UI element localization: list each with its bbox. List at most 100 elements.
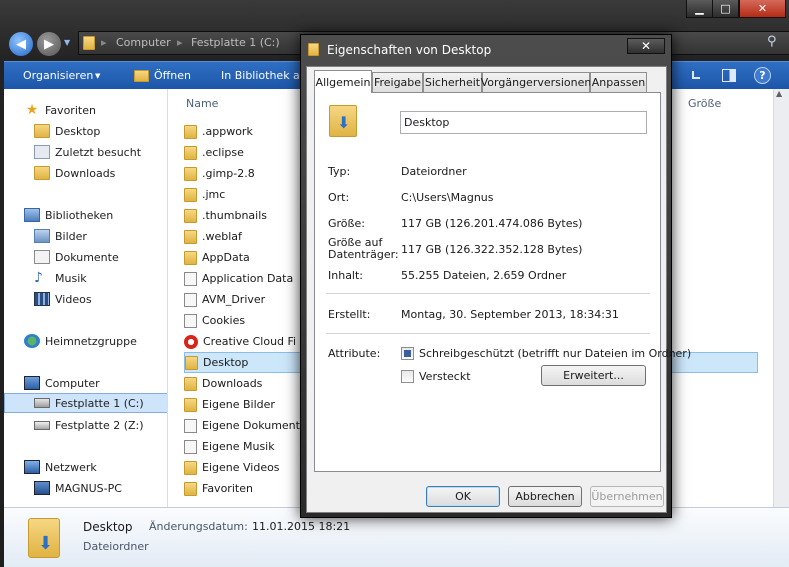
dialog-close-button[interactable]: ✕: [627, 38, 665, 54]
close-button[interactable]: ✕: [739, 0, 786, 18]
file-list-item[interactable]: Application Data: [184, 268, 293, 289]
file-list-item[interactable]: Downloads: [184, 373, 262, 394]
back-icon[interactable]: ◀: [9, 32, 33, 56]
type-label: Typ:: [328, 165, 351, 178]
drive-icon: [34, 420, 50, 430]
hidden-checkbox[interactable]: [401, 370, 414, 383]
folder-name-input[interactable]: Desktop: [400, 111, 647, 134]
general-tab-panel: ⬇ Desktop Typ: Dateiordner Ort: C:\Users…: [314, 92, 691, 472]
details-item-type: Dateiordner: [83, 540, 149, 553]
navigation-pane: ★ Favoriten Desktop Zuletzt besucht Downl…: [4, 89, 168, 507]
nav-item-pictures[interactable]: Bilder: [4, 226, 167, 246]
nav-item-music[interactable]: ♪ Musik: [4, 268, 167, 288]
pictures-icon: [34, 229, 50, 243]
nav-item-videos[interactable]: Videos: [4, 289, 167, 309]
breadcrumb-computer[interactable]: Computer: [116, 36, 171, 49]
nav-item-drive-c[interactable]: Festplatte 1 (C:): [4, 393, 167, 413]
file-name: Eigene Bilder: [202, 398, 275, 411]
include-in-library-button[interactable]: In Bibliothek au: [221, 69, 307, 82]
tab-customize[interactable]: Anpassen: [590, 72, 647, 92]
preview-pane-icon[interactable]: [722, 69, 736, 82]
folder-icon: [184, 229, 197, 244]
scroll-up-icon[interactable]: ▲: [776, 89, 787, 98]
nav-item-pc[interactable]: MAGNUS-PC: [4, 478, 167, 498]
advanced-button[interactable]: Erweitert...: [541, 365, 646, 386]
vertical-scrollbar[interactable]: ▲: [773, 89, 789, 507]
star-icon: ★: [25, 102, 39, 118]
computer-icon: [24, 376, 40, 390]
file-list-item[interactable]: Creative Cloud Fi: [184, 331, 296, 352]
file-list-item[interactable]: Eigene Bilder: [184, 394, 275, 415]
nav-item-label: Desktop: [55, 124, 101, 138]
view-options-icon[interactable]: [692, 71, 700, 79]
file-name: .appwork: [202, 125, 253, 138]
apply-button[interactable]: Übernehmen: [590, 486, 664, 507]
music-icon: ♪: [34, 270, 43, 286]
created-value: Montag, 30. September 2013, 18:34:31: [401, 308, 619, 321]
file-list-item[interactable]: .eclipse: [184, 142, 244, 163]
file-list-item[interactable]: Eigene Musik: [184, 436, 275, 457]
file-list-item[interactable]: Favoriten: [184, 478, 253, 499]
nav-item-desktop[interactable]: Desktop: [4, 121, 167, 141]
ok-button[interactable]: OK: [426, 486, 500, 507]
column-header-name[interactable]: Name: [186, 97, 218, 110]
file-list-item[interactable]: .weblaf: [184, 226, 242, 247]
tab-previous-versions[interactable]: Vorgängerversionen: [481, 72, 591, 92]
forward-icon[interactable]: ▶: [37, 32, 61, 56]
shortcut-icon: [184, 418, 197, 433]
file-list-item[interactable]: Eigene Dokument: [184, 415, 300, 436]
cancel-button[interactable]: Abbrechen: [508, 486, 582, 507]
file-list-item[interactable]: AppData: [184, 247, 250, 268]
readonly-label: Schreibgeschützt (betrifft nur Dateien i…: [419, 347, 692, 360]
folder-icon: [184, 145, 197, 160]
file-list-item[interactable]: .jmc: [184, 184, 225, 205]
file-list-item[interactable]: .thumbnails: [184, 205, 267, 226]
downloads-folder-icon: [34, 166, 50, 180]
minimize-button[interactable]: ▁: [686, 0, 713, 18]
nav-item-drive-z[interactable]: Festplatte 2 (Z:): [4, 415, 167, 435]
nav-favorites[interactable]: ★ Favoriten: [4, 100, 167, 120]
shortcut-icon: [184, 439, 197, 454]
nav-item-label: Zuletzt besucht: [55, 145, 142, 159]
recent-pages-chevron-icon[interactable]: ▼: [64, 38, 70, 47]
location-value: C:\Users\Magnus: [401, 191, 494, 204]
shortcut-icon: [184, 292, 197, 307]
nav-item-documents[interactable]: Dokumente: [4, 247, 167, 267]
properties-dialog: Eigenschaften von Desktop ✕ Allgemein Fr…: [300, 34, 691, 518]
nav-homegroup-label: Heimnetzgruppe: [45, 334, 137, 348]
contents-value: 55.255 Dateien, 2.659 Ordner: [401, 269, 567, 282]
nav-item-downloads[interactable]: Downloads: [4, 163, 167, 183]
nav-item-label: Bilder: [55, 229, 87, 243]
nav-computer[interactable]: Computer: [4, 373, 167, 393]
open-icon: [134, 70, 149, 82]
folder-icon: [83, 36, 95, 50]
nav-item-recent[interactable]: Zuletzt besucht: [4, 142, 167, 162]
file-list-item[interactable]: Eigene Videos: [184, 457, 280, 478]
file-list-item[interactable]: .gimp-2.8: [184, 163, 255, 184]
nav-homegroup[interactable]: Heimnetzgruppe: [4, 331, 167, 351]
tab-security[interactable]: Sicherheit: [423, 72, 482, 92]
search-icon[interactable]: ⚲: [767, 34, 777, 49]
nav-libraries[interactable]: Bibliotheken: [4, 205, 167, 225]
nav-item-label: Festplatte 1 (C:): [55, 396, 144, 410]
file-list-item[interactable]: Cookies: [184, 310, 245, 331]
nav-item-label: Musik: [55, 271, 87, 285]
tab-sharing[interactable]: Freigabe: [372, 72, 423, 92]
file-list-item[interactable]: AVM_Driver: [184, 289, 265, 310]
file-name: Creative Cloud Fi: [203, 335, 297, 348]
divider: [326, 293, 650, 294]
readonly-checkbox[interactable]: [401, 347, 414, 360]
contents-label: Inhalt:: [328, 269, 364, 282]
organize-button[interactable]: Organisieren: [23, 69, 93, 82]
open-button[interactable]: Öffnen: [154, 69, 191, 82]
nav-network[interactable]: Netzwerk: [4, 457, 167, 477]
column-header-size[interactable]: Größe: [688, 97, 721, 110]
file-name: Cookies: [202, 314, 246, 327]
disk-size-label-line2: Datenträger:: [328, 248, 399, 261]
breadcrumb-drive[interactable]: Festplatte 1 (C:): [191, 36, 280, 49]
homegroup-icon: [24, 334, 40, 348]
tab-general[interactable]: Allgemein: [314, 70, 372, 93]
file-list-item[interactable]: .appwork: [184, 121, 253, 142]
help-icon[interactable]: ?: [754, 67, 771, 84]
maximize-button[interactable]: □: [712, 0, 739, 18]
